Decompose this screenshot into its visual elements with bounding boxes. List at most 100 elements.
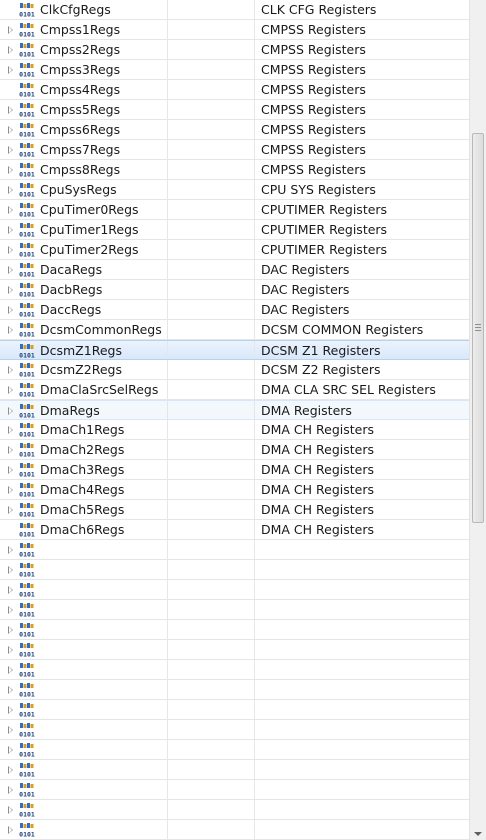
- tree-row[interactable]: 0101: [0, 620, 469, 640]
- tree-row[interactable]: 0101: [0, 820, 469, 840]
- tree-row[interactable]: 0101 DmaCh3Regs DMA CH Registers: [0, 460, 469, 480]
- expand-arrow-icon[interactable]: [8, 226, 13, 234]
- tree-row[interactable]: 0101 DcsmCommonRegs DCSM COMMON Registers: [0, 320, 469, 340]
- tree-row[interactable]: 0101 DmaCh6Regs DMA CH Registers: [0, 520, 469, 540]
- name-cell: 0101 DacaRegs: [0, 260, 168, 279]
- tree-row[interactable]: 0101: [0, 660, 469, 680]
- tree-row[interactable]: 0101 DmaCh2Regs DMA CH Registers: [0, 440, 469, 460]
- expand-arrow-icon[interactable]: [8, 806, 13, 814]
- expand-arrow-icon[interactable]: [8, 166, 13, 174]
- tree-row[interactable]: 0101 Cmpss6Regs CMPSS Registers: [0, 120, 469, 140]
- expand-arrow-icon[interactable]: [8, 566, 13, 574]
- tree-row[interactable]: 0101 DcsmZ2Regs DCSM Z2 Registers: [0, 360, 469, 380]
- tree-row[interactable]: 0101: [0, 760, 469, 780]
- tree-row[interactable]: 0101: [0, 700, 469, 720]
- expand-arrow-icon[interactable]: [8, 146, 13, 154]
- expand-arrow-icon[interactable]: [8, 106, 13, 114]
- description-cell: [255, 800, 469, 819]
- expand-arrow-icon[interactable]: [8, 706, 13, 714]
- expand-arrow-icon[interactable]: [8, 726, 13, 734]
- tree-row[interactable]: 0101: [0, 560, 469, 580]
- tree-row[interactable]: 0101 DacbRegs DAC Registers: [0, 280, 469, 300]
- register-name: Cmpss8Regs: [40, 162, 121, 177]
- expand-arrow-icon[interactable]: [8, 746, 13, 754]
- expand-arrow-icon[interactable]: [8, 506, 13, 514]
- scroll-down-arrow-icon[interactable]: [474, 832, 482, 836]
- tree-row[interactable]: 0101 DmaCh4Regs DMA CH Registers: [0, 480, 469, 500]
- expand-arrow-icon[interactable]: [8, 366, 13, 374]
- tree-row[interactable]: 0101: [0, 680, 469, 700]
- tree-row[interactable]: 0101 ClkCfgRegs CLK CFG Registers: [0, 0, 469, 20]
- tree-row[interactable]: 0101 Cmpss8Regs CMPSS Registers: [0, 160, 469, 180]
- tree-row[interactable]: 0101: [0, 780, 469, 800]
- tree-row[interactable]: 0101: [0, 720, 469, 740]
- tree-row[interactable]: 0101 CpuSysRegs CPU SYS Registers: [0, 180, 469, 200]
- expand-arrow-icon[interactable]: [8, 126, 13, 134]
- value-cell: [168, 300, 255, 319]
- expand-arrow-icon[interactable]: [8, 606, 13, 614]
- expand-arrow-icon[interactable]: [8, 46, 13, 54]
- expand-arrow-icon[interactable]: [8, 486, 13, 494]
- tree-row[interactable]: 0101: [0, 640, 469, 660]
- tree-row[interactable]: 0101 DmaCh1Regs DMA CH Registers: [0, 420, 469, 440]
- tree-row[interactable]: 0101 DmaClaSrcSelRegs DMA CLA SRC SEL Regi…: [0, 380, 469, 400]
- tree-row[interactable]: 0101 Cmpss5Regs CMPSS Registers: [0, 100, 469, 120]
- expand-arrow-icon[interactable]: [8, 386, 13, 394]
- expand-arrow-icon[interactable]: [8, 666, 13, 674]
- register-group-icon: 0101: [19, 202, 35, 219]
- expand-arrow-icon[interactable]: [8, 546, 13, 554]
- tree-row[interactable]: 0101: [0, 600, 469, 620]
- tree-row[interactable]: 0101: [0, 580, 469, 600]
- register-group-icon: 0101: [19, 162, 35, 179]
- name-cell: 0101 CpuTimer1Regs: [0, 220, 168, 239]
- expand-arrow-icon[interactable]: [8, 186, 13, 194]
- value-cell: [168, 520, 255, 539]
- vertical-scrollbar[interactable]: [469, 0, 486, 840]
- tree-row[interactable]: 0101 Cmpss2Regs CMPSS Registers: [0, 40, 469, 60]
- tree-row[interactable]: 0101 CpuTimer2Regs CPUTIMER Registers: [0, 240, 469, 260]
- tree-row[interactable]: 0101 Cmpss4Regs CMPSS Registers: [0, 80, 469, 100]
- expand-arrow-icon[interactable]: [8, 206, 13, 214]
- tree-row[interactable]: 0101 CpuTimer0Regs CPUTIMER Registers: [0, 200, 469, 220]
- expand-arrow-icon[interactable]: [8, 626, 13, 634]
- expand-arrow-icon[interactable]: [8, 686, 13, 694]
- scrollbar-thumb[interactable]: [472, 133, 484, 523]
- expand-arrow-icon[interactable]: [8, 766, 13, 774]
- expand-arrow-icon[interactable]: [8, 407, 13, 415]
- tree-row[interactable]: 0101 DmaCh5Regs DMA CH Registers: [0, 500, 469, 520]
- expand-arrow-icon[interactable]: [8, 826, 13, 834]
- value-cell: [168, 160, 255, 179]
- tree-row[interactable]: 0101 Cmpss3Regs CMPSS Registers: [0, 60, 469, 80]
- register-group-icon: 0101: [19, 82, 35, 99]
- register-group-icon: 0101: [19, 2, 35, 19]
- register-description: CPUTIMER Registers: [261, 222, 388, 237]
- expand-arrow-icon[interactable]: [8, 466, 13, 474]
- expand-arrow-icon[interactable]: [8, 446, 13, 454]
- tree-row[interactable]: 0101 DcsmZ1Regs DCSM Z1 Registers: [0, 340, 469, 360]
- expand-arrow-icon[interactable]: [8, 26, 13, 34]
- description-cell: CPUTIMER Registers: [255, 200, 469, 219]
- expand-arrow-icon[interactable]: [8, 786, 13, 794]
- register-description: DMA CLA SRC SEL Registers: [261, 382, 436, 397]
- expand-arrow-icon[interactable]: [8, 326, 13, 334]
- expand-arrow-icon[interactable]: [8, 586, 13, 594]
- expand-arrow-icon[interactable]: [8, 426, 13, 434]
- tree-row[interactable]: 0101 DacaRegs DAC Registers: [0, 260, 469, 280]
- expand-arrow-icon[interactable]: [8, 66, 13, 74]
- tree-row[interactable]: 0101 Cmpss7Regs CMPSS Registers: [0, 140, 469, 160]
- tree-row[interactable]: 0101: [0, 540, 469, 560]
- expand-arrow-icon[interactable]: [8, 286, 13, 294]
- expand-arrow-icon[interactable]: [8, 646, 13, 654]
- tree-row[interactable]: 0101: [0, 740, 469, 760]
- svg-text:0101: 0101: [19, 631, 35, 639]
- name-cell: 0101 DmaCh3Regs: [0, 460, 168, 479]
- value-cell: [168, 180, 255, 199]
- tree-row[interactable]: 0101 CpuTimer1Regs CPUTIMER Registers: [0, 220, 469, 240]
- expand-arrow-icon[interactable]: [8, 246, 13, 254]
- tree-row[interactable]: 0101: [0, 800, 469, 820]
- expand-arrow-icon[interactable]: [8, 306, 13, 314]
- tree-row[interactable]: 0101 DaccRegs DAC Registers: [0, 300, 469, 320]
- expand-arrow-icon[interactable]: [8, 266, 13, 274]
- tree-row[interactable]: 0101 DmaRegs DMA Registers: [0, 400, 469, 420]
- tree-row[interactable]: 0101 Cmpss1Regs CMPSS Registers: [0, 20, 469, 40]
